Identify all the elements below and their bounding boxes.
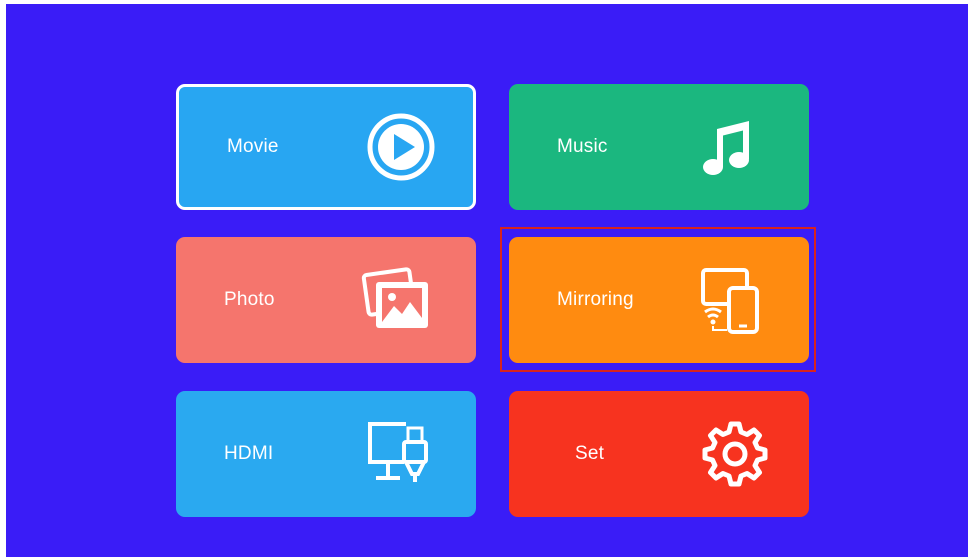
screen-mirroring-icon (695, 260, 775, 340)
hdmi-tile[interactable]: HDMI (176, 391, 476, 517)
photo-stack-icon (356, 260, 436, 340)
play-circle-icon (361, 107, 441, 187)
movie-tile[interactable]: Movie (176, 84, 476, 210)
mirroring-label: Mirroring (557, 289, 634, 310)
set-tile[interactable]: Set (509, 391, 809, 517)
mirroring-tile[interactable]: Mirroring (509, 237, 809, 363)
movie-label: Movie (227, 136, 279, 157)
photo-label: Photo (224, 289, 275, 310)
hdmi-label: HDMI (224, 443, 274, 464)
music-note-icon (691, 107, 771, 187)
gear-icon (695, 414, 775, 494)
music-label: Music (557, 136, 608, 157)
music-tile[interactable]: Music (509, 84, 809, 210)
home-screen: Movie Music Photo Mirroring HDMI Set (6, 4, 968, 557)
set-label: Set (575, 443, 605, 464)
hdmi-monitor-icon (360, 414, 440, 494)
photo-tile[interactable]: Photo (176, 237, 476, 363)
